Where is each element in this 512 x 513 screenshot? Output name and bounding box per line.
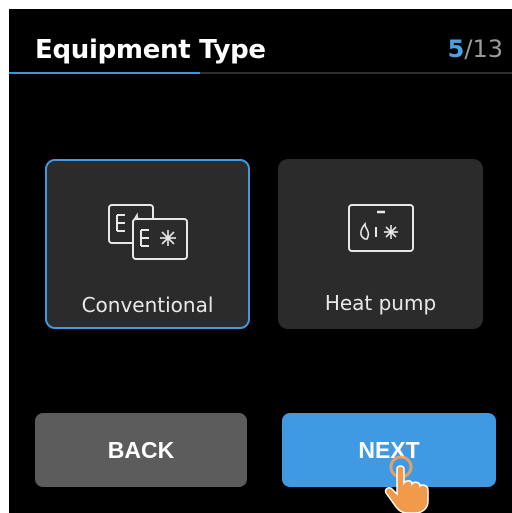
option-heat-pump[interactable]: Heat pump [278,159,483,329]
progress-bar [9,72,512,74]
option-label-conventional: Conventional [81,293,214,317]
step-total: /13 [464,35,503,63]
conventional-system-icon [107,204,188,260]
option-conventional[interactable]: Conventional [45,159,250,329]
step-indicator: 5/13 [448,35,503,63]
back-button[interactable]: BACK [35,413,247,487]
progress-bar-fill [9,72,201,74]
option-label-heat-pump: Heat pump [324,291,437,315]
page-title: Equipment Type [35,35,266,65]
step-current: 5 [447,35,465,63]
device-screen: Equipment Type 5/13 Conventional Heat pu… [9,9,512,513]
heat-pump-icon [347,204,414,252]
tap-hand-icon [384,455,429,513]
